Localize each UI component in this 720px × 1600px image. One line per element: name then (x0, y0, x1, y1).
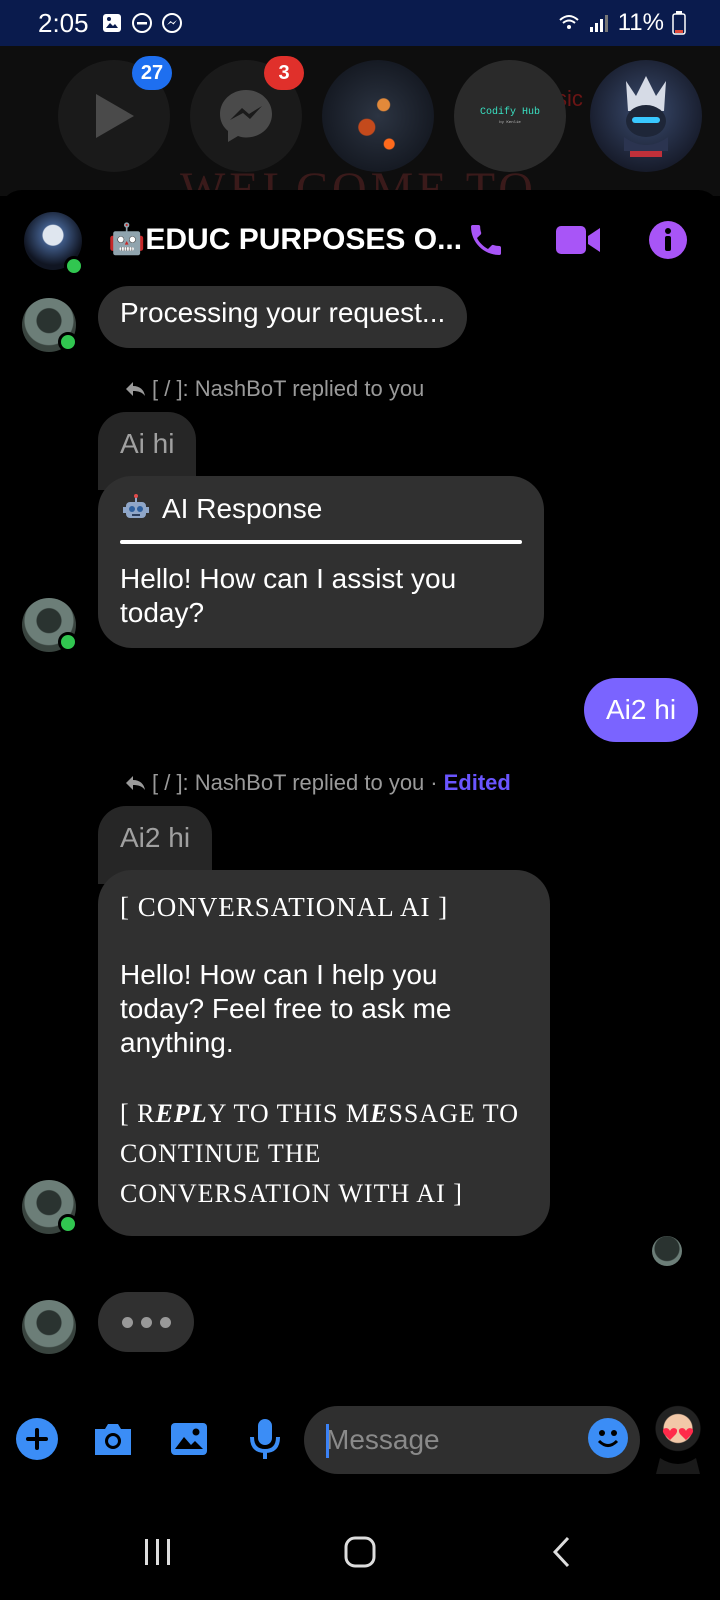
online-indicator (58, 1214, 78, 1234)
message-text: Processing your request... (120, 297, 446, 328)
messenger-icon (220, 90, 272, 142)
system-navigation-bar (0, 1500, 720, 1600)
online-indicator (64, 256, 84, 276)
battery-icon (672, 11, 686, 35)
conversational-ai-footer: [ REPLY TO THIS MESSAGE TO CONTINUE THE … (120, 1099, 519, 1208)
codify-subtitle: by Kenlie (499, 121, 521, 125)
play-icon (96, 94, 134, 138)
camera-icon (95, 1424, 131, 1455)
ai-response-bubble[interactable]: AI Response Hello! How can I assist you … (98, 476, 544, 648)
emoji-button[interactable] (588, 1418, 628, 1458)
reply-indicator-text: [ / ]: NashBoT replied to you (152, 376, 425, 401)
dnd-icon (131, 13, 152, 33)
recent-apps-icon (145, 1539, 170, 1565)
typing-indicator (98, 1292, 194, 1352)
more-actions-button[interactable] (14, 1416, 60, 1462)
response-divider (120, 540, 522, 544)
reply-arrow-icon (126, 382, 145, 396)
smiley-icon (597, 1430, 619, 1447)
outgoing-message-text: Ai2 hi (606, 694, 677, 725)
recent-apps-button[interactable] (138, 1532, 178, 1572)
conversation-title[interactable]: 🤖EDUC PURPOSES O... (108, 222, 462, 257)
read-receipt-avatar (652, 1236, 682, 1266)
online-indicator (58, 332, 78, 352)
nashbot-logo-icon (624, 76, 668, 157)
messenger-badge: 3 (264, 56, 304, 90)
outgoing-message-bubble[interactable]: Ai2 hi (584, 678, 699, 742)
messenger-notification-icon (161, 13, 182, 33)
signal-icon (589, 15, 608, 32)
video-camera-icon (556, 226, 600, 254)
message-bubble[interactable]: Processing your request... (98, 286, 468, 348)
phone-icon (471, 225, 501, 255)
voice-call-button[interactable] (464, 218, 508, 262)
art-chat-head[interactable] (322, 60, 434, 172)
home-icon (344, 1536, 376, 1568)
gallery-button[interactable] (166, 1416, 212, 1462)
play-chat-head[interactable]: 27 (58, 56, 172, 172)
conversational-ai-header: [ CONVERSATIONAL AI ] (120, 892, 449, 922)
conversation-info-button[interactable] (646, 218, 690, 262)
microphone-icon (250, 1419, 280, 1459)
sender-avatar[interactable] (22, 1300, 76, 1354)
voice-message-button[interactable] (242, 1416, 288, 1462)
wifi-icon (559, 15, 579, 29)
reply-indicator-text: [ / ]: NashBoT replied to you (152, 770, 425, 795)
back-chevron-icon (552, 1536, 570, 1568)
message-composer (0, 1400, 720, 1480)
robot-icon (123, 494, 149, 518)
ai-response-text: Hello! How can I assist you today? (120, 563, 457, 628)
sticker-button[interactable] (646, 1404, 710, 1474)
conversational-ai-bubble[interactable]: [ CONVERSATIONAL AI ] Hello! How can I h… (98, 870, 550, 1236)
online-indicator (58, 632, 78, 652)
camera-button[interactable] (90, 1416, 136, 1462)
heart-eyes-sticker-icon (656, 1428, 700, 1474)
conversation-header: 🤖EDUC PURPOSES O... (0, 190, 720, 290)
nashbot-chat-head[interactable] (590, 60, 702, 172)
image-icon (171, 1423, 207, 1455)
plus-icon (16, 1418, 58, 1460)
conversational-ai-text: Hello! How can I help you today? Feel fr… (120, 959, 452, 1058)
chat-heads-row: WELCOME TO sic 27 3 Codify Hub by Kenlie (0, 46, 720, 196)
quoted-text: Ai hi (120, 428, 175, 459)
quoted-text: Ai2 hi (120, 822, 191, 853)
codify-hub-chat-head[interactable]: Codify Hub by Kenlie (454, 60, 566, 172)
battery-percent: 11% (617, 9, 664, 36)
video-call-button[interactable] (552, 218, 604, 262)
messenger-chat-head[interactable]: 3 (190, 56, 304, 172)
gallery-notification-icon (102, 14, 121, 32)
ai-response-title: AI Response (162, 493, 323, 524)
codify-title: Codify Hub (479, 107, 540, 118)
chat-panel: 🤖EDUC PURPOSES O... Processing your requ… (0, 190, 720, 1500)
reply-separator: · (430, 770, 438, 795)
play-badge: 27 (132, 56, 172, 90)
reply-indicator: [ / ]: NashBoT replied to you · Edited (124, 770, 511, 796)
reply-arrow-icon (126, 776, 145, 790)
info-icon (649, 221, 687, 259)
status-time: 2:05 (38, 7, 89, 38)
home-button[interactable] (340, 1532, 380, 1572)
reply-indicator: [ / ]: NashBoT replied to you (124, 376, 424, 402)
text-cursor (326, 1424, 329, 1458)
back-button[interactable] (542, 1532, 582, 1572)
status-bar: 2:05 11% (0, 0, 720, 46)
edited-label: Edited (443, 770, 511, 795)
